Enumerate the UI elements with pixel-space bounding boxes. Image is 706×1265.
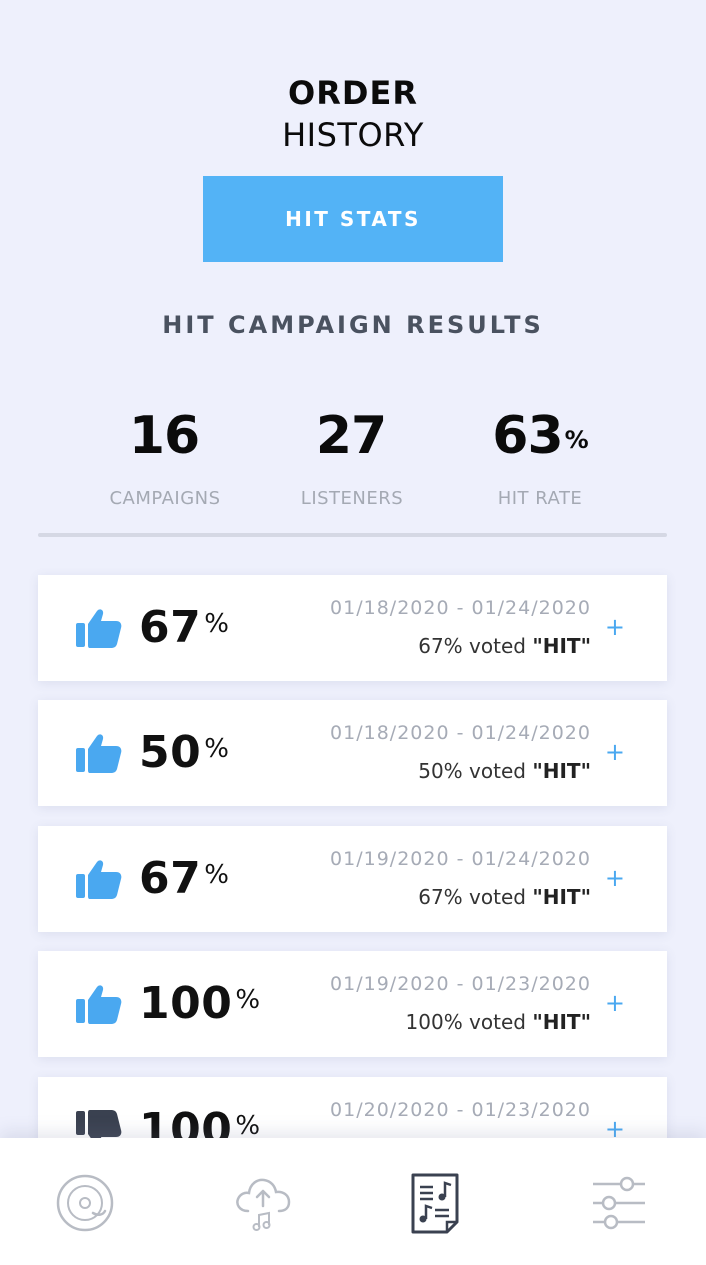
stats-divider [38, 533, 667, 537]
nav-item-records[interactable] [50, 1168, 120, 1238]
voted-summary: 67% voted "HIT" [418, 634, 591, 658]
percentage-value: 67 [139, 602, 202, 653]
expand-icon[interactable]: + [605, 738, 625, 766]
cloud-upload-music-icon [236, 1178, 291, 1231]
voted-text: 50% voted [418, 759, 526, 783]
order-history-screen: ORDER HISTORY HIT STATS HIT CAMPAIGN RES… [0, 0, 706, 1265]
nav-item-settings[interactable] [584, 1168, 654, 1238]
voted-text: 100% voted [405, 1010, 526, 1034]
thumbs-up-icon [76, 609, 122, 648]
hit-percentage: 67% [139, 599, 229, 657]
page-title-line2: HISTORY [282, 116, 424, 154]
campaign-card[interactable]: 50% 01/18/2020 - 01/24/2020 50% voted "H… [38, 700, 667, 806]
section-title: HIT CAMPAIGN RESULTS [162, 311, 544, 339]
sliders-icon [593, 1176, 645, 1230]
percentage-sign: % [204, 860, 230, 890]
expand-icon[interactable]: + [605, 989, 625, 1017]
campaign-dates: 01/18/2020 - 01/24/2020 [330, 722, 591, 744]
stat-hit-rate: 63% HIT RATE [440, 400, 640, 509]
campaign-dates: 01/19/2020 - 01/23/2020 [330, 973, 591, 995]
percentage-sign: % [235, 985, 261, 1015]
bottom-nav [0, 1138, 706, 1265]
campaign-card[interactable]: 67% 01/19/2020 - 01/24/2020 67% voted "H… [38, 826, 667, 932]
hit-percentage: 100% [139, 975, 261, 1033]
nav-item-upload[interactable] [228, 1168, 298, 1238]
voted-summary: 100% voted "HIT" [406, 1010, 591, 1034]
stat-label: LISTENERS [300, 488, 404, 509]
page-title-line1: ORDER [288, 74, 418, 112]
percentage-value: 67 [139, 853, 202, 904]
voted-summary: 67% voted "HIT" [418, 885, 591, 909]
campaign-dates: 01/20/2020 - 01/23/2020 [330, 1099, 591, 1121]
voted-label: "HIT" [532, 634, 591, 658]
stat-campaigns: 16 CAMPAIGNS [65, 400, 265, 509]
expand-icon[interactable]: + [605, 864, 625, 892]
thumbs-up-icon [76, 734, 122, 773]
vinyl-record-icon [56, 1174, 114, 1232]
hit-percentage: 67% [139, 850, 229, 908]
thumbs-up-icon [76, 985, 122, 1024]
music-sheet-icon [411, 1173, 459, 1234]
percentage-sign: % [204, 609, 230, 639]
percentage-value: 100 [139, 978, 233, 1029]
voted-label: "HIT" [532, 885, 591, 909]
hit-percentage: 50% [139, 724, 229, 782]
campaign-card[interactable]: 67% 01/18/2020 - 01/24/2020 67% voted "H… [38, 575, 667, 681]
stat-number: 63 [492, 406, 563, 466]
stat-number: 27 [315, 406, 387, 466]
campaign-dates: 01/19/2020 - 01/24/2020 [330, 848, 591, 870]
percentage-sign: % [235, 1111, 261, 1141]
percentage-value: 50 [139, 727, 202, 778]
hit-stats-button[interactable]: HIT STATS [203, 176, 503, 262]
stat-listeners: 27 LISTENERS [252, 400, 452, 509]
stat-value: 16 [65, 400, 265, 472]
voted-summary: 50% voted "HIT" [418, 759, 591, 783]
stat-number: 16 [128, 406, 200, 466]
nav-item-orders[interactable] [400, 1168, 470, 1238]
voted-text: 67% voted [418, 634, 526, 658]
stat-value: 27 [252, 400, 452, 472]
percentage-sign: % [204, 734, 230, 764]
expand-icon[interactable]: + [605, 613, 625, 641]
campaign-dates: 01/18/2020 - 01/24/2020 [330, 597, 591, 619]
stat-label: CAMPAIGNS [109, 488, 221, 509]
voted-text: 67% voted [418, 885, 526, 909]
campaign-card[interactable]: 100% 01/19/2020 - 01/23/2020 100% voted … [38, 951, 667, 1057]
stat-value: 63% [440, 400, 640, 472]
thumbs-up-icon [76, 860, 122, 899]
voted-label: "HIT" [532, 1010, 591, 1034]
stat-label: HIT RATE [497, 488, 583, 509]
voted-label: "HIT" [532, 759, 591, 783]
stat-suffix: % [564, 426, 589, 454]
